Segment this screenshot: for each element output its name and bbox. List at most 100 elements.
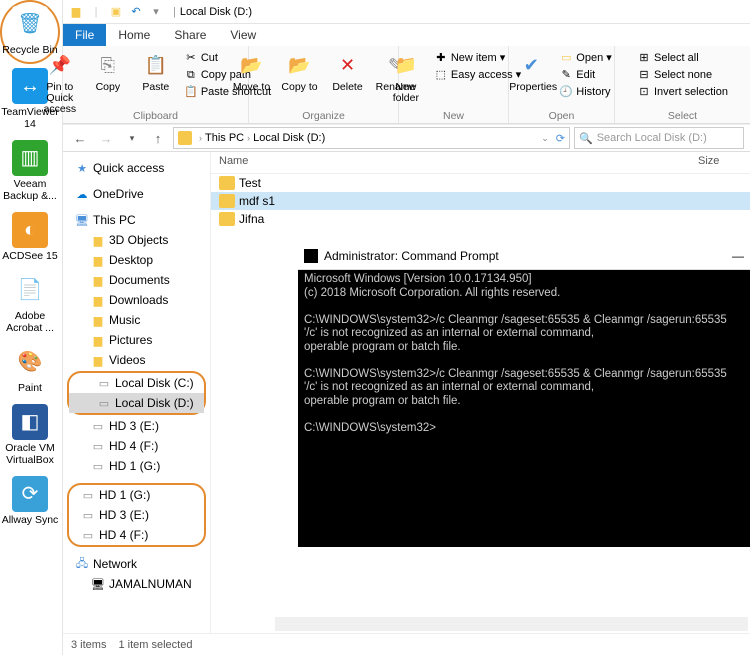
new-item-icon: ✚ [434, 52, 448, 66]
nav-quick-access[interactable]: ★Quick access [63, 158, 210, 178]
move-to-button[interactable]: 📂Move to [230, 48, 274, 93]
status-bar: 3 items 1 item selected [63, 633, 750, 655]
qat-dropdown-icon[interactable]: ▾ [147, 3, 165, 21]
folder-icon: ▆ [91, 253, 105, 267]
tab-share[interactable]: Share [162, 24, 218, 46]
nav-network-computer[interactable]: 🖥JAMALNUMAN [63, 574, 210, 594]
breadcrumb[interactable]: › This PC › Local Disk (D:) ⌄ ⟳ [173, 127, 570, 149]
address-bar: ← → ▾ ↑ › This PC › Local Disk (D:) ⌄ ⟳ … [63, 124, 750, 152]
acdsee-icon: ◐ [12, 212, 48, 248]
qat-sep-icon: | [87, 3, 105, 21]
nav-hd1-g-2[interactable]: ▭HD 1 (G:) [69, 485, 204, 505]
desktop-icon-paint[interactable]: 🎨 Paint [0, 340, 60, 400]
column-size[interactable]: Size [690, 152, 750, 173]
new-folder-button[interactable]: 📁New folder [384, 48, 428, 104]
open-button[interactable]: ▭Open ▾ [557, 50, 613, 67]
delete-button[interactable]: ✕Delete [326, 48, 370, 93]
edit-button[interactable]: ✎Edit [557, 67, 613, 84]
select-none-button[interactable]: ⊟Select none [635, 67, 730, 84]
search-icon: 🔍 [579, 132, 593, 145]
group-label-select: Select [615, 110, 750, 122]
desktop-icon-veeam[interactable]: ▥ Veeam Backup &... [0, 136, 60, 208]
nav-local-disk-c[interactable]: ▭Local Disk (C:) [69, 373, 204, 393]
recycle-bin-icon: 🗑 [12, 6, 48, 42]
minimize-button[interactable]: — [732, 249, 744, 263]
paste-button[interactable]: 📋Paste [134, 48, 178, 93]
desktop-icon-acrobat[interactable]: 📄 Adobe Acrobat ... [0, 268, 60, 340]
nav-desktop[interactable]: ▆Desktop [63, 250, 210, 270]
ribbon: 📌Pin to Quick access ⎘Copy 📋Paste ✂Cut ⧉… [63, 46, 750, 124]
file-row-jifna[interactable]: Jifna [211, 210, 750, 228]
copy-to-button[interactable]: 📂Copy to [278, 48, 322, 93]
delete-icon: ✕ [333, 50, 363, 80]
nav-3d-objects[interactable]: ▆3D Objects [63, 230, 210, 250]
select-all-button[interactable]: ⊞Select all [635, 50, 730, 67]
navigation-pane: ★Quick access ☁OneDrive 🖥This PC ▆3D Obj… [63, 152, 211, 633]
invert-selection-button[interactable]: ⊡Invert selection [635, 84, 730, 101]
nav-network[interactable]: 🖧Network [63, 554, 210, 574]
cmd-output[interactable]: Microsoft Windows [Version 10.0.17134.95… [298, 270, 750, 438]
open-icon: ▭ [559, 52, 573, 66]
properties-icon[interactable]: ▣ [107, 3, 125, 21]
nav-hd1-g[interactable]: ▭HD 1 (G:) [63, 456, 210, 476]
refresh-icon[interactable]: ⟳ [556, 132, 565, 145]
folder-icon: ▆ [67, 3, 85, 21]
file-row-mdfs1[interactable]: mdf s1 [211, 192, 750, 210]
nav-hd4-f[interactable]: ▭HD 4 (F:) [63, 436, 210, 456]
chevron-down-icon[interactable]: ⌄ [541, 133, 549, 144]
edit-icon: ✎ [559, 69, 573, 83]
paint-icon: 🎨 [12, 344, 48, 380]
forward-button[interactable]: → [95, 127, 117, 149]
nav-hd3-e[interactable]: ▭HD 3 (E:) [63, 416, 210, 436]
drive-icon: ▭ [91, 439, 105, 453]
select-all-icon: ⊞ [637, 52, 651, 66]
group-label-organize: Organize [249, 110, 398, 122]
drive-icon: ▭ [91, 459, 105, 473]
nav-hd4-f-2[interactable]: ▭HD 4 (F:) [69, 525, 204, 545]
history-icon: 🕘 [559, 86, 573, 100]
tab-home[interactable]: Home [106, 24, 162, 46]
pin-to-quick-access-button[interactable]: 📌Pin to Quick access [38, 48, 82, 115]
nav-music[interactable]: ▆Music [63, 310, 210, 330]
tab-file[interactable]: File [63, 24, 106, 46]
pc-icon: 🖥 [75, 213, 89, 227]
file-row-test[interactable]: Test [211, 174, 750, 192]
network-icon: 🖧 [75, 557, 89, 571]
nav-hd3-e-2[interactable]: ▭HD 3 (E:) [69, 505, 204, 525]
back-button[interactable]: ← [69, 127, 91, 149]
up-button[interactable]: ↑ [147, 127, 169, 149]
horizontal-scrollbar[interactable] [275, 617, 748, 631]
undo-icon[interactable]: ↶ [127, 3, 145, 21]
paste-shortcut-icon: 📋 [184, 86, 198, 100]
search-input[interactable]: 🔍 Search Local Disk (D:) [574, 127, 744, 149]
copy-button[interactable]: ⎘Copy [86, 48, 130, 93]
nav-this-pc[interactable]: 🖥This PC [63, 210, 210, 230]
nav-downloads[interactable]: ▆Downloads [63, 290, 210, 310]
new-folder-icon: 📁 [391, 50, 421, 80]
group-label-new: New [399, 110, 508, 122]
desktop-icon-allway-sync[interactable]: ⟳ Allway Sync [0, 472, 60, 532]
desktop-icon-virtualbox[interactable]: ◧ Oracle VM VirtualBox [0, 400, 60, 472]
copy-to-icon: 📂 [285, 50, 315, 80]
nav-pictures[interactable]: ▆Pictures [63, 330, 210, 350]
recent-button[interactable]: ▾ [121, 127, 143, 149]
nav-local-disk-d[interactable]: ▭Local Disk (D:) [69, 393, 204, 413]
properties-button[interactable]: ✔Properties [509, 48, 553, 93]
desktop-icon-acdsee[interactable]: ◐ ACDSee 15 [0, 208, 60, 268]
tab-view[interactable]: View [218, 24, 268, 46]
cut-icon: ✂ [184, 52, 198, 66]
column-name[interactable]: Name [211, 152, 690, 173]
drive-icon: ▭ [81, 508, 95, 522]
allway-sync-icon: ⟳ [12, 476, 48, 512]
drive-icon: ▭ [97, 396, 111, 410]
nav-onedrive[interactable]: ☁OneDrive [63, 184, 210, 204]
cmd-titlebar[interactable]: Administrator: Command Prompt — [298, 242, 750, 270]
history-button[interactable]: 🕘History [557, 84, 613, 101]
folder-icon: ▆ [91, 273, 105, 287]
folder-icon: ▆ [91, 233, 105, 247]
acrobat-icon: 📄 [12, 272, 48, 308]
status-selected-count: 1 item selected [118, 639, 192, 651]
drive-icon: ▭ [81, 488, 95, 502]
nav-documents[interactable]: ▆Documents [63, 270, 210, 290]
nav-videos[interactable]: ▆Videos [63, 350, 210, 370]
